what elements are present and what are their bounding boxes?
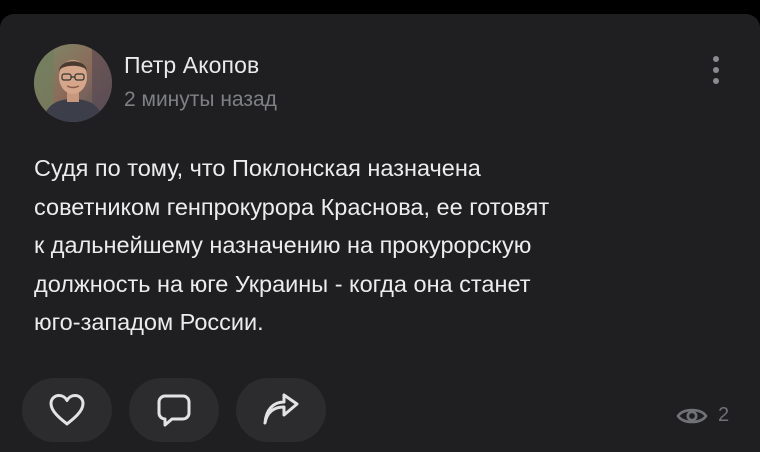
heart-icon xyxy=(49,394,85,426)
comment-button[interactable] xyxy=(129,378,219,442)
post-text: Судя по тому, что Поклонская назначена с… xyxy=(34,155,550,335)
comment-icon xyxy=(157,394,191,427)
like-button[interactable] xyxy=(22,378,112,442)
avatar-photo xyxy=(34,44,112,122)
views-count: 2 xyxy=(718,404,730,426)
post-card: Петр Акопов 2 минуты назад Судя по тому,… xyxy=(0,14,760,452)
eye-icon xyxy=(676,408,708,423)
menu-dot-icon xyxy=(713,67,719,73)
share-button[interactable] xyxy=(236,378,326,442)
author-name[interactable]: Петр Акопов xyxy=(124,52,259,79)
views-counter: 2 xyxy=(676,404,729,427)
more-options-button[interactable] xyxy=(702,48,730,92)
share-arrow-icon xyxy=(263,393,299,425)
post-timestamp: 2 минуты назад xyxy=(124,88,277,111)
menu-dot-icon xyxy=(713,78,719,84)
menu-dot-icon xyxy=(713,56,719,62)
avatar[interactable] xyxy=(34,44,112,122)
